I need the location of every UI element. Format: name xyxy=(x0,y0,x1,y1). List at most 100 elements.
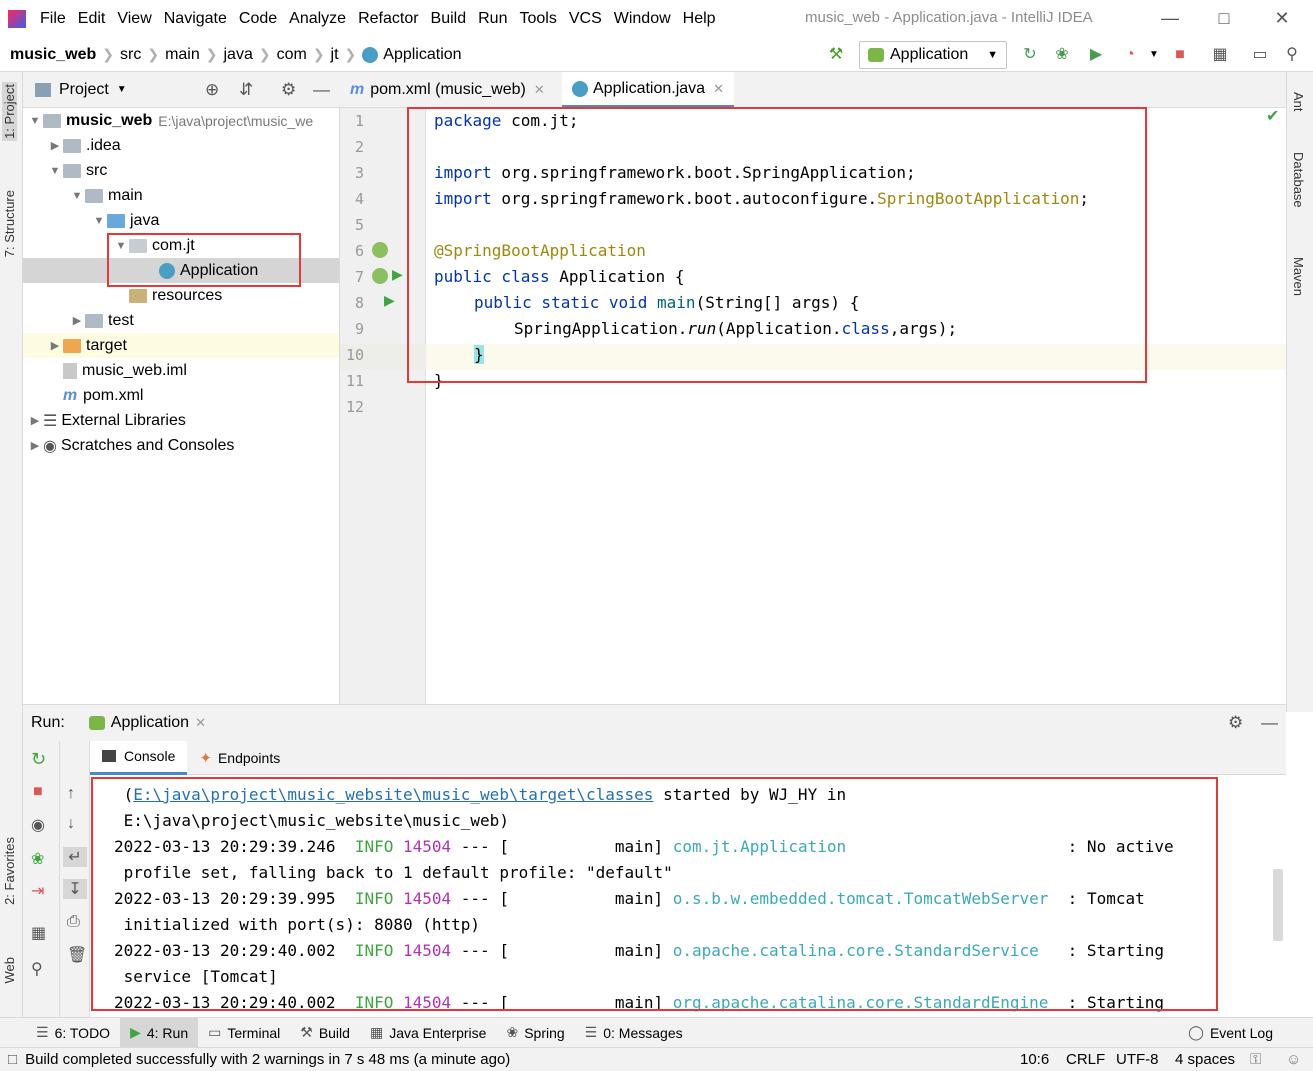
collapse-icon[interactable]: ⇵ xyxy=(239,80,253,100)
lock-icon[interactable]: ⚿ xyxy=(1250,1051,1261,1068)
tree-item-java[interactable]: ▼ java xyxy=(91,208,160,233)
debug-icon[interactable]: ❀ xyxy=(31,849,44,869)
menu-vcs[interactable]: VCS xyxy=(563,10,608,28)
soft-wrap-icon[interactable]: ↵ xyxy=(63,847,87,867)
breadcrumb-com[interactable]: com xyxy=(273,46,311,64)
breadcrumb-src[interactable]: src xyxy=(116,46,145,64)
chevron-down-icon[interactable]: ▼ xyxy=(1142,44,1166,66)
tab-ant[interactable]: Ant xyxy=(1291,92,1306,112)
expand-arrow-icon[interactable]: ▼ xyxy=(91,215,107,227)
stop-icon[interactable]: ■ xyxy=(1168,44,1192,66)
stop-icon[interactable]: ■ xyxy=(33,783,43,801)
tab-maven[interactable]: Maven xyxy=(1291,257,1306,296)
run-tab-application[interactable]: Application xyxy=(111,714,189,732)
tree-item-music-web[interactable]: ▼ music_web E:\java\project\music_we xyxy=(27,108,314,133)
tab-structure[interactable]: 7: Structure xyxy=(2,190,17,257)
expand-arrow-icon[interactable]: ▶ xyxy=(47,139,63,152)
layout-icon[interactable]: ▦ xyxy=(31,923,46,943)
scrollbar[interactable] xyxy=(1273,869,1283,941)
run-gutter-icon[interactable]: ▶ xyxy=(384,292,395,309)
tab-favorites[interactable]: 2: Favorites xyxy=(2,837,17,905)
expand-arrow-icon[interactable]: ▶ xyxy=(27,414,43,427)
run-gutter-icon[interactable]: ▶ xyxy=(392,266,403,283)
hide-icon[interactable]: — xyxy=(313,80,330,100)
tab-java-enterprise[interactable]: ▦ Java Enterprise xyxy=(360,1018,497,1048)
tab-database[interactable]: Database xyxy=(1291,152,1306,208)
tree-item-pom[interactable]: m pom.xml xyxy=(63,383,143,408)
tab-messages[interactable]: ☰ 0: Messages xyxy=(575,1018,693,1048)
status-message[interactable]: Build completed successfully with 2 warn… xyxy=(25,1051,510,1068)
expand-arrow-icon[interactable]: ▼ xyxy=(69,190,85,202)
coverage-icon[interactable]: ▶ xyxy=(1084,44,1108,66)
line-separator[interactable]: CRLF xyxy=(1066,1051,1105,1068)
debug-icon[interactable]: ❀ xyxy=(1050,44,1074,66)
gear-icon[interactable]: ⚙ xyxy=(281,80,296,100)
pin-icon[interactable]: ⚲ xyxy=(31,959,43,979)
menu-help[interactable]: Help xyxy=(677,10,722,28)
tree-item-idea[interactable]: ▶ .idea xyxy=(47,133,121,158)
close-icon[interactable]: ✕ xyxy=(1270,6,1294,30)
menu-tools[interactable]: Tools xyxy=(513,10,562,28)
breadcrumb-music-web[interactable]: music_web xyxy=(0,46,100,64)
breadcrumb-java[interactable]: java xyxy=(219,46,256,64)
expand-arrow-icon[interactable]: ▶ xyxy=(69,314,85,327)
menu-file[interactable]: File xyxy=(34,10,72,28)
chevron-down-icon[interactable]: ▼ xyxy=(117,84,127,95)
tab-spring[interactable]: ❀ Spring xyxy=(496,1018,574,1048)
tab-terminal[interactable]: ▭ Terminal xyxy=(198,1018,290,1048)
menu-code[interactable]: Code xyxy=(233,10,283,28)
minimize-icon[interactable]: — xyxy=(1158,6,1182,30)
down-arrow-icon[interactable]: ↓ xyxy=(67,815,75,833)
trash-icon[interactable]: 🗑 xyxy=(67,945,87,965)
tab-endpoints[interactable]: ✦ Endpoints xyxy=(187,741,292,775)
menu-navigate[interactable]: Navigate xyxy=(158,10,233,28)
print-icon[interactable]: ⎙ xyxy=(67,913,80,931)
breadcrumb-jt[interactable]: jt xyxy=(327,46,343,64)
status-toggle-icon[interactable]: □ xyxy=(8,1051,17,1068)
tab-pom-xml[interactable]: m pom.xml (music_web) ✕ xyxy=(340,72,555,108)
expand-arrow-icon[interactable]: ▼ xyxy=(27,115,43,127)
file-encoding[interactable]: UTF-8 xyxy=(1116,1051,1159,1068)
scroll-to-end-icon[interactable]: ↧ xyxy=(63,879,87,899)
project-panel-title[interactable]: Project xyxy=(59,81,109,99)
breadcrumb-main[interactable]: main xyxy=(161,46,204,64)
tree-item-external-libraries[interactable]: ▶ ☰ External Libraries xyxy=(27,408,186,433)
menu-view[interactable]: View xyxy=(111,10,157,28)
locate-icon[interactable]: ⊕ xyxy=(205,80,219,100)
breadcrumb-application[interactable]: Application xyxy=(383,46,465,64)
up-arrow-icon[interactable]: ↑ xyxy=(67,785,75,803)
rerun-icon[interactable]: ↻ xyxy=(31,749,46,770)
tab-web[interactable]: Web xyxy=(2,957,17,984)
profile-icon[interactable]: ◔ xyxy=(1118,44,1142,66)
menu-analyze[interactable]: Analyze xyxy=(283,10,352,28)
tree-item-scratches[interactable]: ▶ ◉ Scratches and Consoles xyxy=(27,433,235,458)
tree-item-iml[interactable]: music_web.iml xyxy=(63,358,187,383)
tree-item-test[interactable]: ▶ test xyxy=(69,308,134,333)
tab-application-java[interactable]: Application.java ✕ xyxy=(562,72,734,108)
exit-icon[interactable]: ⇥ xyxy=(31,881,44,901)
presentation-icon[interactable]: ▭ xyxy=(1248,44,1272,66)
tab-console[interactable]: Console xyxy=(90,740,188,775)
tab-project[interactable]: 1: Project xyxy=(2,82,17,141)
tab-todo[interactable]: ☰ 6: TODO xyxy=(26,1018,120,1048)
spring-bean-icon[interactable] xyxy=(372,242,388,258)
search-icon[interactable]: ⚲ xyxy=(1280,44,1304,66)
tree-item-main[interactable]: ▼ main xyxy=(69,183,143,208)
project-structure-icon[interactable]: ▦ xyxy=(1208,44,1232,66)
expand-arrow-icon[interactable]: ▶ xyxy=(27,439,43,452)
camera-icon[interactable]: ◉ xyxy=(31,815,45,835)
maximize-icon[interactable]: □ xyxy=(1212,6,1236,30)
inspector-icon[interactable]: ☺ xyxy=(1286,1051,1301,1068)
close-icon[interactable]: ✕ xyxy=(713,81,724,97)
caret-position[interactable]: 10:6 xyxy=(1020,1051,1049,1068)
run-config-select[interactable]: Application ▼ xyxy=(859,41,1007,69)
tab-build[interactable]: ⚒ Build xyxy=(290,1018,360,1048)
menu-window[interactable]: Window xyxy=(608,10,677,28)
build-hammer-icon[interactable]: ⚒ xyxy=(824,44,848,66)
spring-bean-icon[interactable] xyxy=(372,268,388,284)
close-icon[interactable]: ✕ xyxy=(534,82,545,98)
rerun-icon[interactable]: ↻ xyxy=(1018,44,1042,66)
tree-item-target[interactable]: ▶ target xyxy=(47,333,127,358)
gear-icon[interactable]: ⚙ xyxy=(1228,713,1243,733)
tab-run[interactable]: ▶ 4: Run xyxy=(120,1017,199,1048)
